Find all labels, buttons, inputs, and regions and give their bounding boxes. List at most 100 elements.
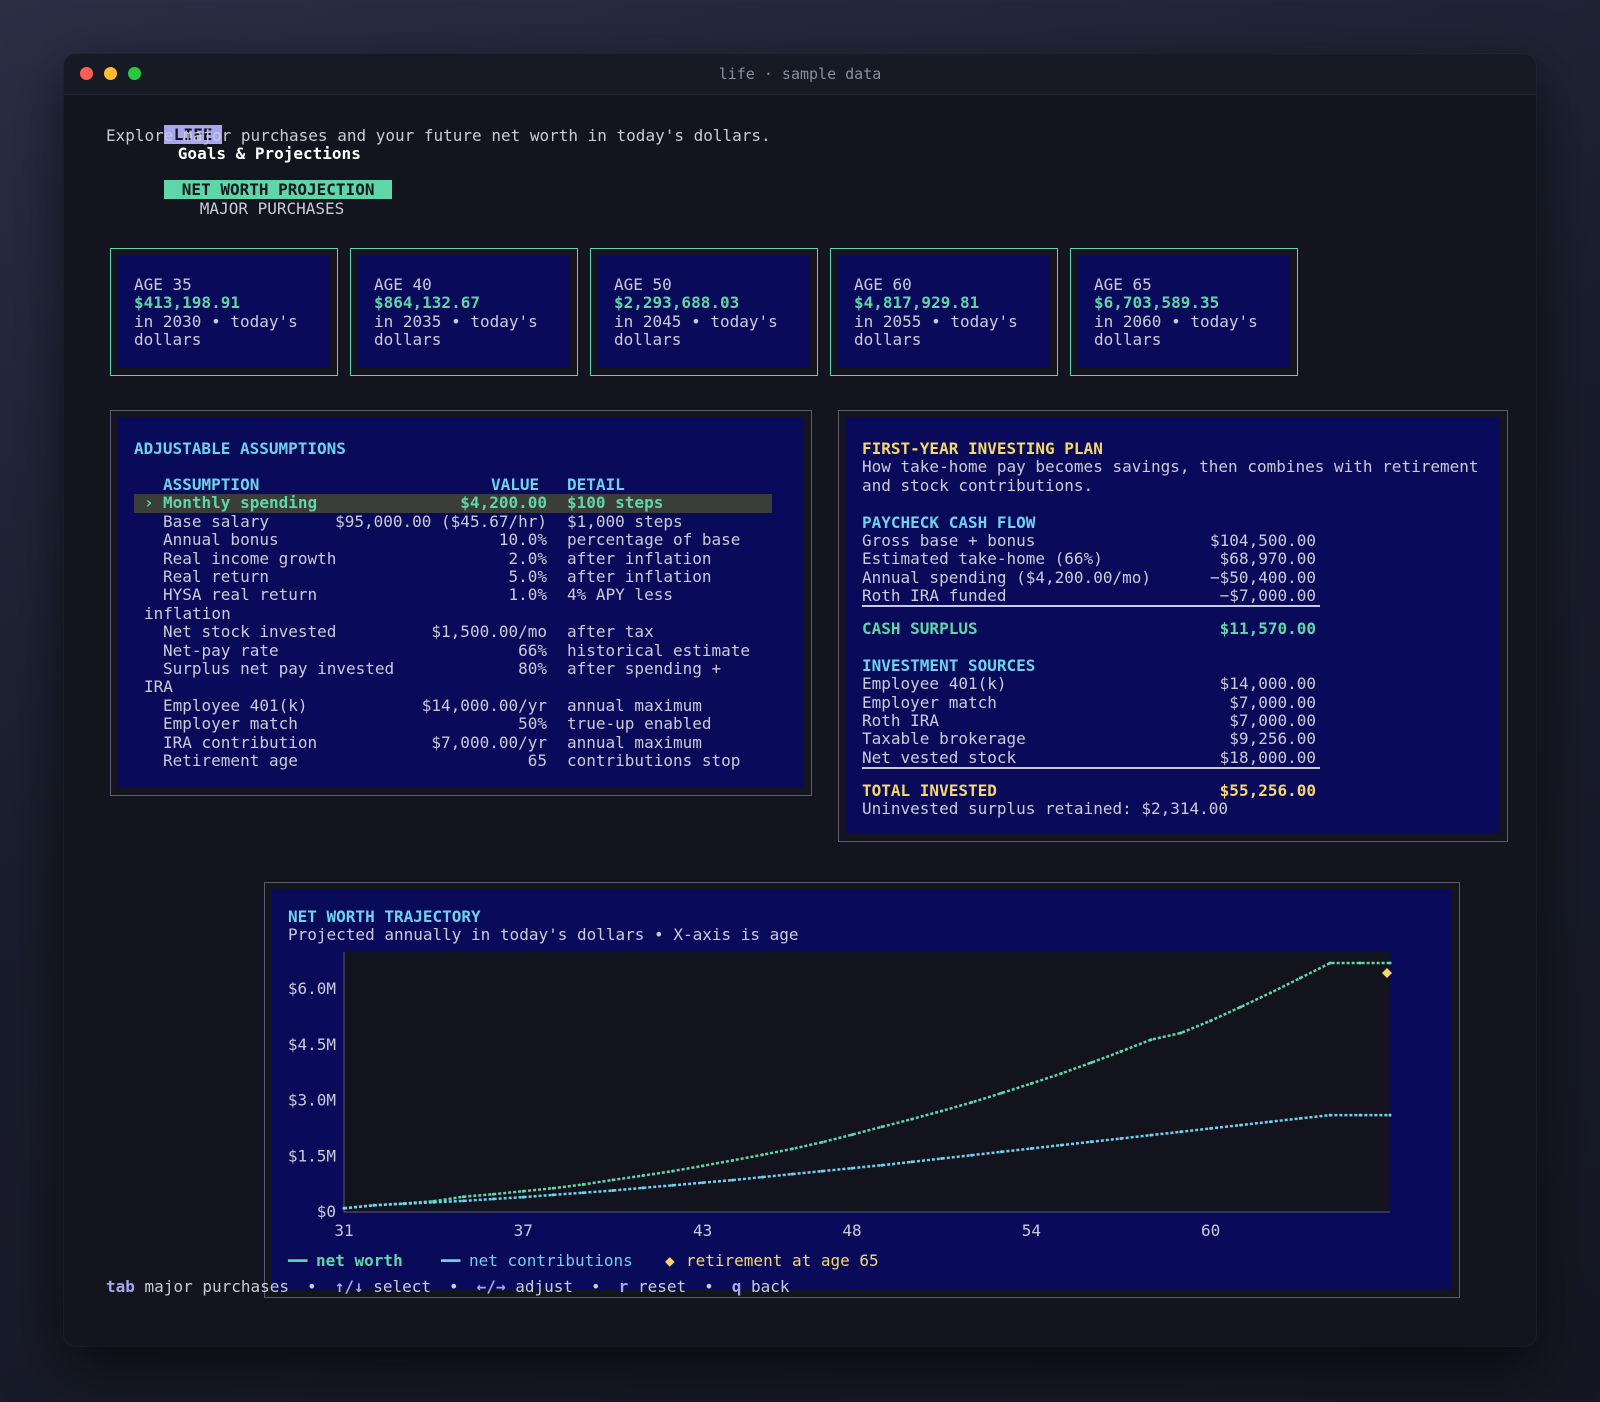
net-contributions-point [342, 1206, 346, 1210]
assumption-detail: after spending + [567, 659, 722, 678]
x-tick-label: 37 [514, 1221, 533, 1240]
milestone-amount: $4,817,929.81 [854, 293, 980, 313]
net-contributions-point [1358, 1113, 1362, 1117]
x-tick-label: 31 [334, 1221, 353, 1240]
plan-description-line-1: How take-home pay becomes savings, then … [862, 457, 1479, 477]
shortcut-key[interactable]: ↑/↓ [335, 1277, 364, 1296]
legend-retirement: retirement at age 65 [686, 1251, 879, 1270]
line-item-label: Annual spending ($4,200.00/mo) [862, 567, 1151, 587]
net-worth-point [521, 1189, 525, 1193]
legend-net-worth: net worth [316, 1251, 403, 1270]
net-worth-point [1179, 1031, 1183, 1035]
title-bar: life · sample data [64, 54, 1536, 95]
assumption-row[interactable]: inflation [134, 603, 772, 623]
net-worth-trajectory-panel: NET WORTH TRAJECTORY Projected annually … [264, 882, 1460, 1298]
assumption-detail: after tax [567, 622, 654, 642]
milestone-note: in 2045 • today's dollars [614, 311, 778, 350]
plan-line-item: Annual spending ($4,200.00/mo) −$50,400.0… [846, 567, 1500, 587]
assumption-row[interactable]: Employee 401(k) $14,000.00/yr annual maxim… [134, 696, 772, 715]
net-worth-point [491, 1192, 495, 1196]
assumption-detail: historical estimate [567, 640, 751, 660]
net-worth-point [1298, 976, 1302, 980]
assumption-name: Real return [163, 567, 269, 586]
x-tick-label: 60 [1201, 1221, 1220, 1240]
shortcut-label: back [751, 1277, 790, 1296]
milestone-amount: $2,293,688.03 [614, 293, 740, 313]
net-contributions-point [1388, 1113, 1392, 1117]
shortcut-label: reset [637, 1277, 687, 1296]
net-worth-point [551, 1186, 555, 1190]
assumption-value: 10.0% [498, 530, 547, 550]
net-worth-point [1089, 1061, 1093, 1065]
net-contributions-point [491, 1197, 495, 1201]
net-contributions-point [850, 1166, 854, 1170]
line-item-label: Taxable brokerage [862, 729, 1026, 749]
assumption-row[interactable]: › Monthly spending $4,200.00 $100 steps [134, 493, 772, 513]
total-invested-value: $55,256.00 [1219, 781, 1316, 800]
milestone-card: AGE 35 $413,198.91 in 2030 • today's dolla… [110, 248, 338, 376]
plan-line-item: Estimated take-home (66%) $68,970.00 [846, 549, 1500, 568]
assumption-row[interactable]: Base salary $95,000.00 ($45.67/hr) $1,000 … [134, 511, 772, 531]
assumption-value: 5.0% [508, 567, 547, 586]
assumption-row[interactable]: Net stock invested $1,500.00/mo after tax [134, 622, 772, 642]
x-tick-label: 48 [842, 1221, 861, 1240]
app-window: life · sample data LIFE Goals & Projecti… [64, 54, 1536, 1346]
column-header-detail: DETAIL [567, 475, 625, 494]
net-contributions-point [1149, 1133, 1153, 1137]
plan-line-item: Roth IRA funded −$7,000.00 [846, 586, 1500, 605]
main-content: LIFE Goals & Projections Explore major p… [64, 94, 1536, 1346]
net-contributions-point [1089, 1140, 1093, 1144]
net-contributions-point [1179, 1130, 1183, 1134]
investing-plan-panel: FIRST-YEAR INVESTING PLAN How take-home … [838, 410, 1508, 842]
assumption-name: inflation [144, 603, 231, 623]
assumption-row[interactable]: HYSA real return 1.0% 4% APY less [134, 585, 772, 605]
line-item-label: Roth IRA [862, 711, 940, 730]
assumption-value: $95,000.00 ($45.67/hr) [335, 511, 547, 531]
assumption-row[interactable]: Retirement age 65 contributions stop [134, 751, 772, 770]
line-item-label: Net vested stock [862, 747, 1017, 767]
tab-net-worth-projection[interactable]: NET WORTH PROJECTION [163, 180, 393, 200]
line-item-value: $18,000.00 [1219, 747, 1316, 767]
legend-net-worth-swatch: ━━ [288, 1251, 308, 1270]
assumption-row[interactable]: IRA [134, 677, 772, 696]
shortcut-key[interactable]: ←/→ [477, 1277, 506, 1296]
assumption-row[interactable]: Annual bonus 10.0% percentage of base [134, 530, 772, 550]
shortcut-key[interactable]: tab [106, 1277, 135, 1296]
footer-separator: • [307, 1277, 317, 1296]
assumption-row[interactable]: Real return 5.0% after inflation [134, 567, 772, 586]
column-header-assumption: ASSUMPTION [163, 475, 260, 494]
net-worth-point [1358, 961, 1362, 965]
plan-line-item: Taxable brokerage $9,256.00 [846, 729, 1500, 749]
net-worth-point [820, 1140, 824, 1144]
line-item-value: $14,000.00 [1219, 674, 1316, 694]
assumption-detail: after inflation [567, 548, 712, 568]
assumption-name: Employer match [163, 714, 298, 734]
assumption-row[interactable]: Employer match 50% true-up enabled [134, 714, 772, 734]
net-worth-point [462, 1195, 465, 1199]
shortcut-key[interactable]: r [619, 1277, 629, 1296]
net-contributions-point [521, 1195, 525, 1199]
net-contributions-point [1000, 1150, 1003, 1154]
net-worth-point [701, 1164, 705, 1168]
net-contributions-point [940, 1157, 944, 1160]
tab-major-purchases[interactable]: MAJOR PURCHASES [200, 199, 345, 218]
assumption-row[interactable]: Surplus net pay invested 80% after spendin… [134, 659, 772, 678]
shortcut-key[interactable]: q [732, 1277, 742, 1296]
y-tick-label: $3.0M [288, 1091, 336, 1110]
assumption-row[interactable]: Real income growth 2.0% after inflation [134, 548, 772, 568]
assumption-value: $7,000.00/yr [431, 732, 547, 752]
plan-line-item: Roth IRA $7,000.00 [846, 711, 1500, 730]
legend-net-contributions: net contributions [469, 1251, 633, 1270]
assumption-detail: true-up enabled [567, 714, 712, 734]
assumption-row[interactable]: Net-pay rate 66% historical estimate [134, 640, 772, 660]
sources-title: INVESTMENT SOURCES [862, 655, 1036, 675]
line-item-value: $104,500.00 [1210, 531, 1316, 550]
total-invested-label: TOTAL INVESTED [862, 781, 997, 800]
assumption-value: 80% [518, 659, 547, 678]
assumptions-panel: ADJUSTABLE ASSUMPTIONS ASSUMPTION VALUE … [110, 410, 812, 796]
y-tick-label: $0 [317, 1202, 336, 1221]
line-item-label: Gross base + bonus [862, 531, 1036, 550]
assumption-value: 1.0% [508, 585, 547, 605]
assumption-row[interactable]: IRA contribution $7,000.00/yr annual maxim… [134, 732, 772, 752]
x-tick-label: 54 [1022, 1221, 1041, 1240]
